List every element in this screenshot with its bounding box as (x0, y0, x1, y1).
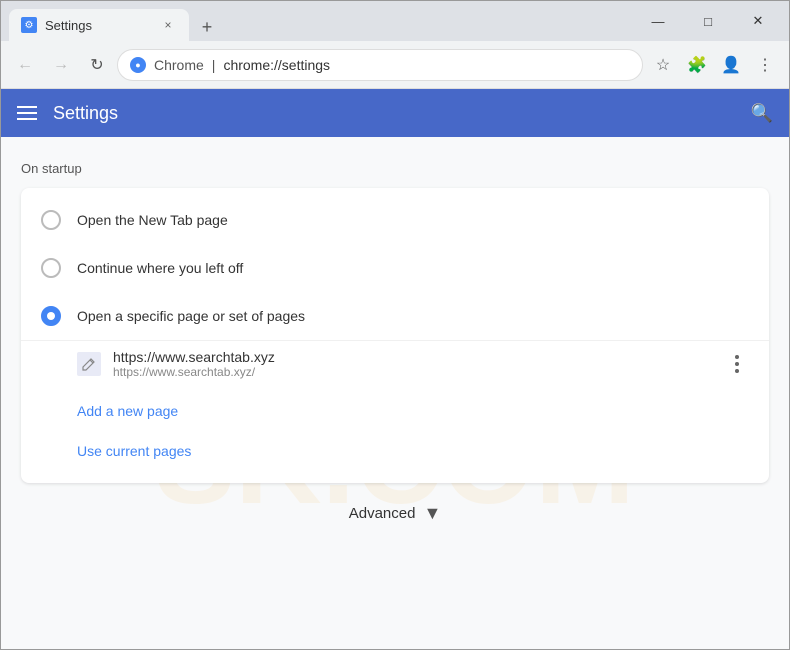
advanced-arrow-icon: ▼ (423, 503, 441, 524)
settings-header: Settings 🔍 (1, 89, 789, 137)
option-continue-label: Continue where you left off (77, 260, 243, 276)
maximize-button[interactable]: □ (685, 5, 731, 37)
action-links: Add a new page Use current pages (21, 387, 769, 475)
address-separator: | (212, 57, 216, 73)
advanced-label: Advanced (349, 505, 416, 522)
address-url: chrome://settings (223, 57, 330, 73)
hamburger-menu[interactable] (17, 106, 37, 120)
radio-continue[interactable] (41, 258, 61, 278)
address-bar[interactable]: ● Chrome | chrome://settings (117, 49, 643, 81)
radio-new-tab[interactable] (41, 210, 61, 230)
option-specific[interactable]: Open a specific page or set of pages (21, 292, 769, 340)
add-page-link[interactable]: Add a new page (21, 391, 769, 431)
site-name: Chrome (154, 57, 204, 73)
tab-strip: ⚙ Settings × + (9, 1, 631, 41)
new-tab-button[interactable]: + (193, 13, 221, 41)
advanced-section[interactable]: Advanced ▼ (21, 483, 769, 544)
title-bar: ⚙ Settings × + — □ ✕ (1, 1, 789, 41)
back-button[interactable]: ← (9, 49, 41, 81)
bookmark-button[interactable]: ☆ (647, 49, 679, 81)
toolbar-actions: ☆ 🧩 👤 ⋮ (647, 49, 781, 81)
close-button[interactable]: ✕ (735, 5, 781, 37)
forward-button[interactable]: → (45, 49, 77, 81)
browser-window: ⚙ Settings × + — □ ✕ ← → ↻ ● Chrome | ch… (0, 0, 790, 650)
option-specific-label: Open a specific page or set of pages (77, 308, 305, 324)
extensions-button[interactable]: 🧩 (681, 49, 713, 81)
minimize-button[interactable]: — (635, 5, 681, 37)
tab-favicon: ⚙ (21, 17, 37, 33)
settings-page-title: Settings (53, 103, 735, 124)
on-startup-title: On startup (21, 161, 769, 176)
menu-button[interactable]: ⋮ (749, 49, 781, 81)
content-area: PCSK.COM On startup Open the New Tab pag… (1, 137, 789, 649)
page-entry-menu-button[interactable] (725, 352, 749, 376)
page-url-sub: https://www.searchtab.xyz/ (113, 365, 713, 379)
site-favicon: ● (130, 57, 146, 73)
page-url-main: https://www.searchtab.xyz (113, 349, 713, 365)
active-tab[interactable]: ⚙ Settings × (9, 9, 189, 41)
option-continue[interactable]: Continue where you left off (21, 244, 769, 292)
use-current-link[interactable]: Use current pages (21, 431, 769, 471)
toolbar: ← → ↻ ● Chrome | chrome://settings ☆ 🧩 👤… (1, 41, 789, 89)
page-entry-icon (77, 352, 101, 376)
edit-icon (82, 357, 96, 371)
settings-content: PCSK.COM On startup Open the New Tab pag… (1, 137, 789, 649)
page-entry-text: https://www.searchtab.xyz https://www.se… (113, 349, 713, 379)
settings-search-button[interactable]: 🔍 (751, 103, 773, 124)
window-controls: — □ ✕ (635, 5, 781, 37)
refresh-button[interactable]: ↻ (81, 49, 113, 81)
option-new-tab-label: Open the New Tab page (77, 212, 228, 228)
profile-button[interactable]: 👤 (715, 49, 747, 81)
radio-specific[interactable] (41, 306, 61, 326)
option-new-tab[interactable]: Open the New Tab page (21, 196, 769, 244)
startup-options-card: Open the New Tab page Continue where you… (21, 188, 769, 483)
page-entry: https://www.searchtab.xyz https://www.se… (21, 340, 769, 387)
tab-close-button[interactable]: × (159, 16, 177, 34)
tab-title: Settings (45, 18, 92, 33)
